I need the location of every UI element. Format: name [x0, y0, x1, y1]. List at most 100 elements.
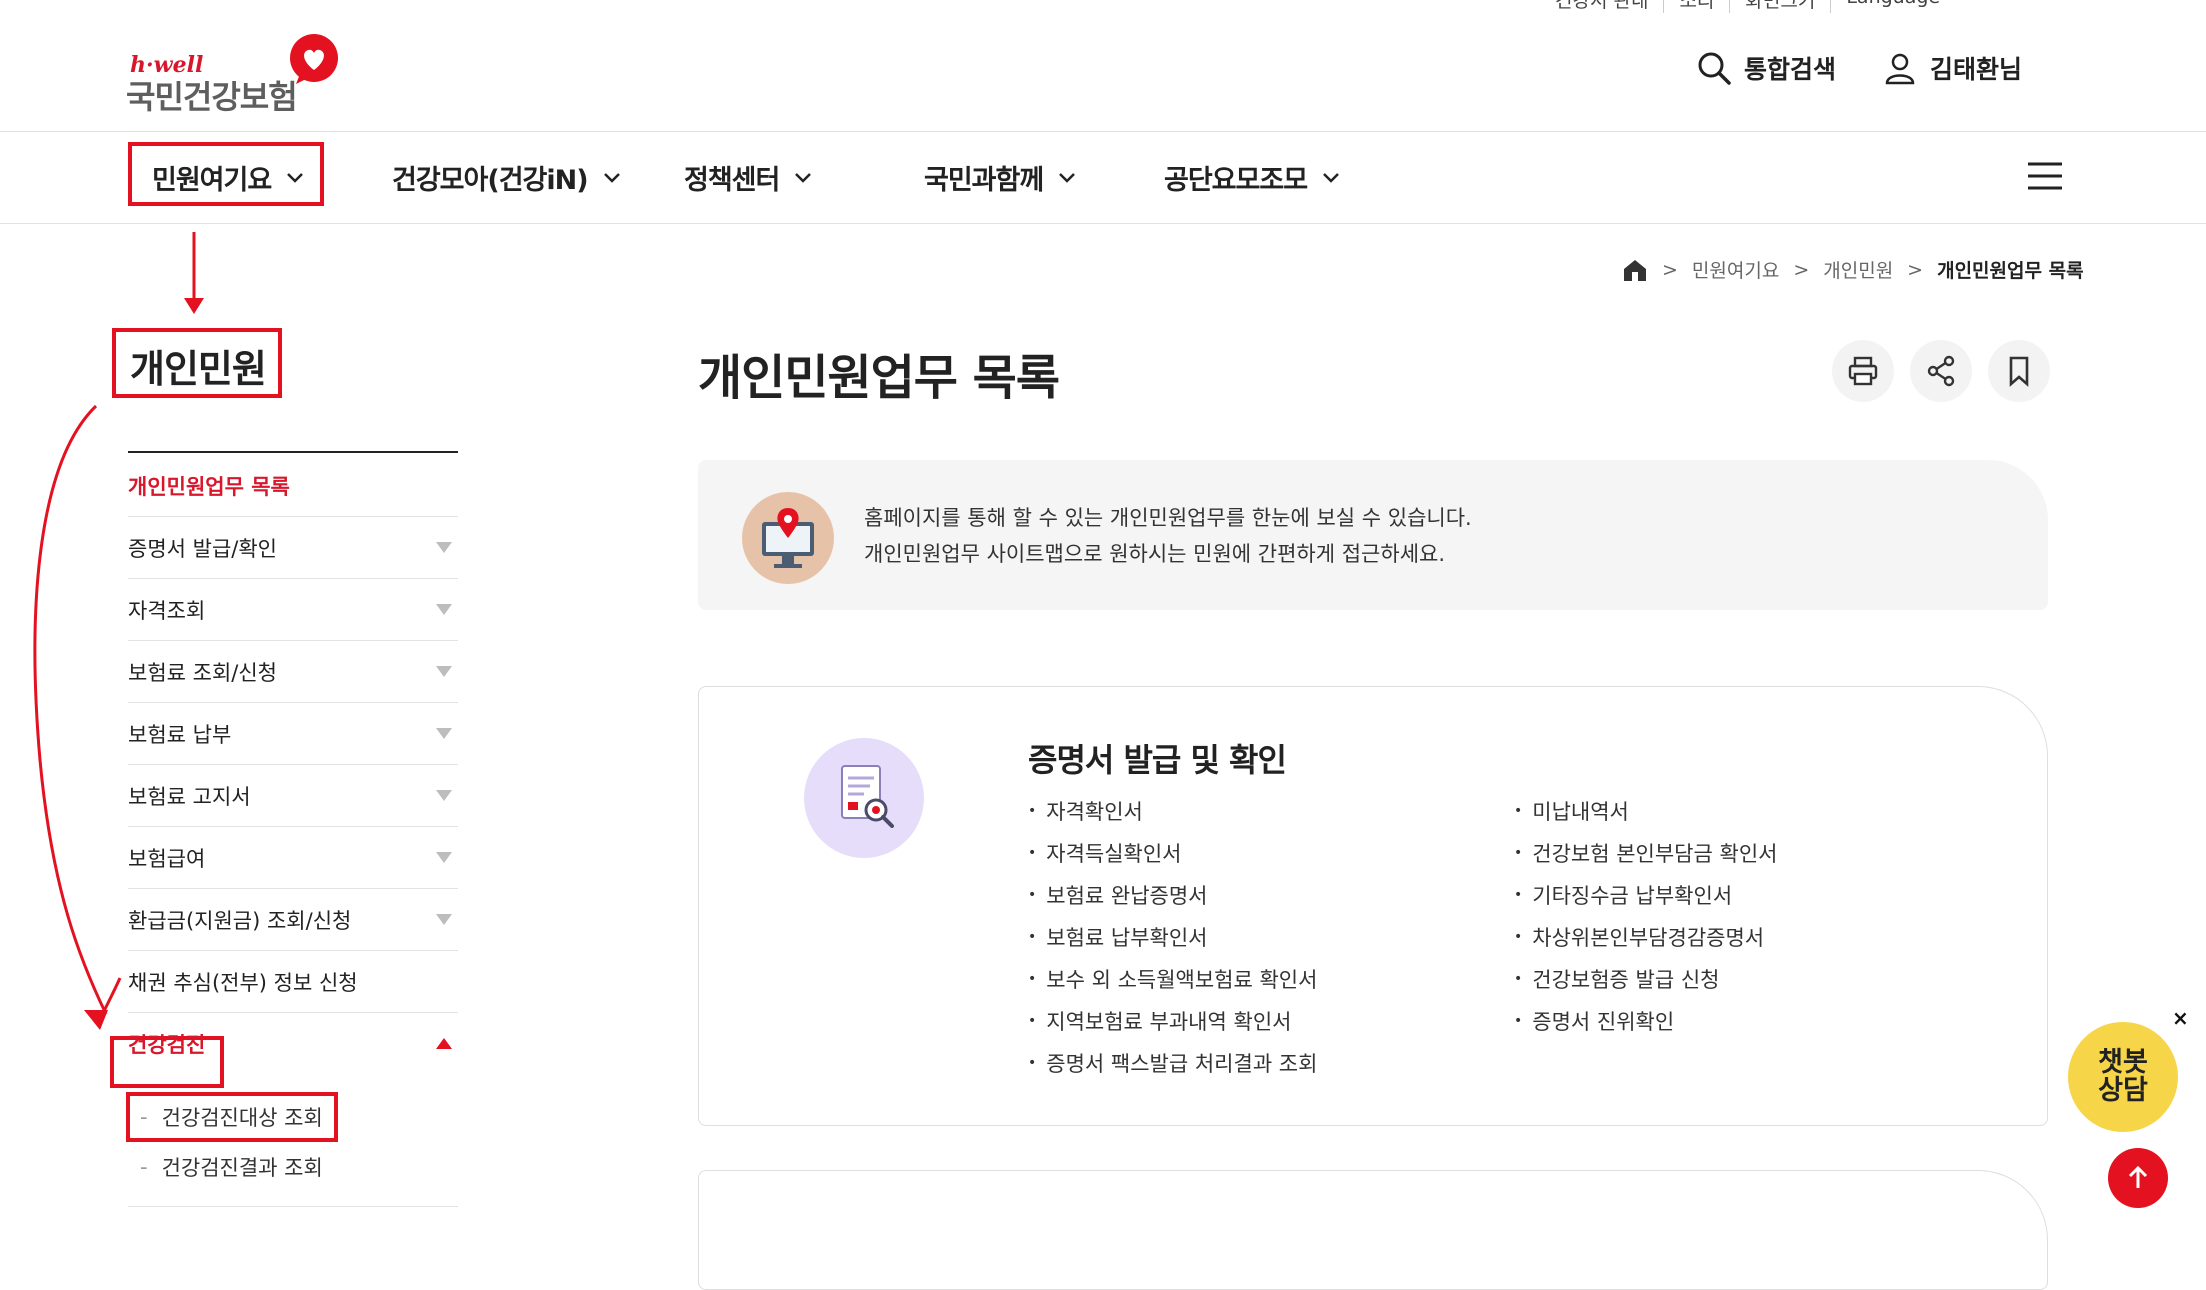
- sidebar-item-certificate[interactable]: 증명서 발급/확인: [128, 517, 458, 579]
- sidebar-item-debt-collection[interactable]: 채권 추심(전부) 정보 신청: [128, 951, 458, 1013]
- sidebar-item-premium-notice[interactable]: 보험료 고지서: [128, 765, 458, 827]
- sidebar-item-label: 채권 추심(전부) 정보 신청: [128, 970, 358, 995]
- sidebar-item-civil-list[interactable]: 개인민원업무 목록: [128, 455, 458, 517]
- card-link[interactable]: • 건강보험증 발급 신청: [1514, 958, 1777, 1000]
- card-link[interactable]: • 자격득실확인서: [1028, 832, 1317, 874]
- bookmark-icon: [2009, 356, 2029, 387]
- scroll-top-button[interactable]: [2108, 1148, 2168, 1208]
- card-link-label: 증명서 진위확인: [1532, 1010, 1675, 1034]
- sidebar-subitem-label: 건강검진결과 조회: [161, 1156, 323, 1180]
- card-link[interactable]: • 미납내역서: [1514, 790, 1777, 832]
- card-link[interactable]: • 증명서 팩스발급 처리결과 조회: [1028, 1042, 1317, 1084]
- info-text: 홈페이지를 통해 할 수 있는 개인민원업무를 한눈에 보실 수 있습니다. 개…: [864, 500, 1472, 572]
- bookmark-button[interactable]: [1988, 340, 2050, 402]
- breadcrumb-separator: >: [1662, 258, 1678, 281]
- card-link[interactable]: • 지역보험료 부과내역 확인서: [1028, 1000, 1317, 1042]
- card-link-label: 보험료 납부확인서: [1046, 926, 1208, 950]
- sidebar-subitem-health-result[interactable]: - 건강검진결과 조회: [140, 1152, 323, 1182]
- card-link[interactable]: • 보험료 납부확인서: [1028, 916, 1317, 958]
- sidebar-item-label: 보험급여: [128, 846, 206, 871]
- card-link-label: 자격득실확인서: [1046, 842, 1182, 866]
- triangle-down-icon: [436, 790, 452, 801]
- bullet-icon: •: [1514, 887, 1523, 903]
- bullet-icon: •: [1514, 845, 1523, 861]
- card-link-label: 미납내역서: [1532, 800, 1629, 824]
- triangle-down-icon: [436, 666, 452, 677]
- triangle-down-icon: [436, 914, 452, 925]
- sidebar-menu: 개인민원업무 목록 증명서 발급/확인 자격조회 보험료 조회/신청 보험료 납…: [128, 455, 458, 1074]
- card-link[interactable]: • 기타징수금 납부확인서: [1514, 874, 1777, 916]
- sidebar-divider: [128, 451, 458, 453]
- bullet-icon: •: [1028, 803, 1037, 819]
- breadcrumb-current: 개인민원업무 목록: [1937, 260, 2084, 282]
- bullet-icon: •: [1028, 929, 1037, 945]
- chatbot-close-button[interactable]: ×: [2172, 1006, 2189, 1030]
- triangle-down-icon: [436, 604, 452, 615]
- card-link[interactable]: • 자격확인서: [1028, 790, 1317, 832]
- dash-icon: -: [140, 1155, 148, 1179]
- share-icon: [1927, 355, 1955, 387]
- sidebar-item-refund[interactable]: 환급금(지원금) 조회/신청: [128, 889, 458, 951]
- bullet-icon: •: [1514, 803, 1523, 819]
- card-link-label: 지역보험료 부과내역 확인서: [1046, 1010, 1292, 1034]
- bullet-icon: •: [1028, 971, 1037, 987]
- card-link-label: 건강보험증 발급 신청: [1532, 968, 1720, 992]
- chatbot-button[interactable]: 챗봇 상담: [2068, 1022, 2178, 1132]
- sidebar-item-benefits[interactable]: 보험급여: [128, 827, 458, 889]
- sidebar-item-qualification[interactable]: 자격조회: [128, 579, 458, 641]
- card-link-label: 차상위본인부담경감증명서: [1532, 926, 1765, 950]
- card-link[interactable]: • 보험료 완납증명서: [1028, 874, 1317, 916]
- card-link[interactable]: • 보수 외 소득월액보험료 확인서: [1028, 958, 1317, 1000]
- triangle-down-icon: [436, 852, 452, 863]
- card-link-label: 보험료 완납증명서: [1046, 884, 1208, 908]
- sidebar-subitem-health-target[interactable]: - 건강검진대상 조회: [140, 1102, 323, 1132]
- card-link[interactable]: • 증명서 진위확인: [1514, 1000, 1777, 1042]
- card-link-label: 증명서 팩스발급 처리결과 조회: [1046, 1052, 1318, 1076]
- card-link[interactable]: • 차상위본인부담경감증명서: [1514, 916, 1777, 958]
- breadcrumb-separator: >: [1793, 258, 1810, 281]
- sidebar-item-premium-inquiry[interactable]: 보험료 조회/신청: [128, 641, 458, 703]
- bullet-icon: •: [1028, 887, 1037, 903]
- breadcrumb-item[interactable]: 개인민원: [1823, 256, 1893, 283]
- bullet-icon: •: [1514, 971, 1523, 987]
- sidebar-item-label: 환급금(지원금) 조회/신청: [128, 908, 352, 933]
- home-icon[interactable]: [1622, 258, 1648, 282]
- page-title: 개인민원업무 목록: [698, 350, 1060, 406]
- dash-icon: -: [140, 1105, 148, 1129]
- bullet-icon: •: [1028, 845, 1037, 861]
- card-list-left: • 자격확인서 • 자격득실확인서 • 보험료 완납증명서 • 보험료 납부확인서 • 보…: [1028, 790, 1317, 1084]
- card-link-label: 자격확인서: [1046, 800, 1143, 824]
- triangle-down-icon: [436, 728, 452, 739]
- print-button[interactable]: [1832, 340, 1894, 402]
- sidebar-title: 개인민원: [130, 347, 267, 391]
- print-icon: [1848, 356, 1878, 386]
- card-link-label: 보수 외 소득월액보험료 확인서: [1046, 968, 1318, 992]
- sidebar-item-label: 개인민원업무 목록: [128, 474, 290, 499]
- map-monitor-icon: [742, 492, 834, 584]
- category-card-next: [698, 1170, 2048, 1290]
- breadcrumb-item[interactable]: 민원여기요: [1692, 256, 1779, 283]
- sidebar-item-label: 보험료 조회/신청: [128, 660, 277, 685]
- share-button[interactable]: [1910, 340, 1972, 402]
- card-list-right: • 미납내역서 • 건강보험 본인부담금 확인서 • 기타징수금 납부확인서 • 차상위…: [1514, 790, 1777, 1042]
- card-link-label: 건강보험 본인부담금 확인서: [1532, 842, 1778, 866]
- card-link[interactable]: • 건강보험 본인부담금 확인서: [1514, 832, 1777, 874]
- card-title: 증명서 발급 및 확인: [1028, 741, 1287, 779]
- card-link-label: 기타징수금 납부확인서: [1532, 884, 1733, 908]
- sidebar-item-premium-payment[interactable]: 보험료 납부: [128, 703, 458, 765]
- breadcrumb: > 민원여기요 > 개인민원 > 개인민원업무 목록: [1622, 256, 2084, 283]
- chatbot-label: 상담: [2098, 1075, 2148, 1106]
- sidebar-item-health-check[interactable]: 건강검진: [128, 1013, 458, 1074]
- bullet-icon: •: [1514, 1013, 1523, 1029]
- sidebar-item-label: 증명서 발급/확인: [128, 536, 277, 561]
- info-line: 홈페이지를 통해 할 수 있는 개인민원업무를 한눈에 보실 수 있습니다.: [864, 506, 1472, 530]
- sidebar-item-label: 건강검진: [128, 1032, 206, 1057]
- arrow-up-icon: [2128, 1165, 2148, 1188]
- sidebar-item-label: 보험료 납부: [128, 722, 232, 747]
- breadcrumb-separator: >: [1907, 258, 1924, 281]
- bullet-icon: •: [1028, 1013, 1037, 1029]
- sidebar-item-label: 자격조회: [128, 598, 206, 623]
- sidebar-item-label: 보험료 고지서: [128, 784, 251, 809]
- bullet-icon: •: [1514, 929, 1523, 945]
- sidebar-divider-bottom: [128, 1206, 458, 1207]
